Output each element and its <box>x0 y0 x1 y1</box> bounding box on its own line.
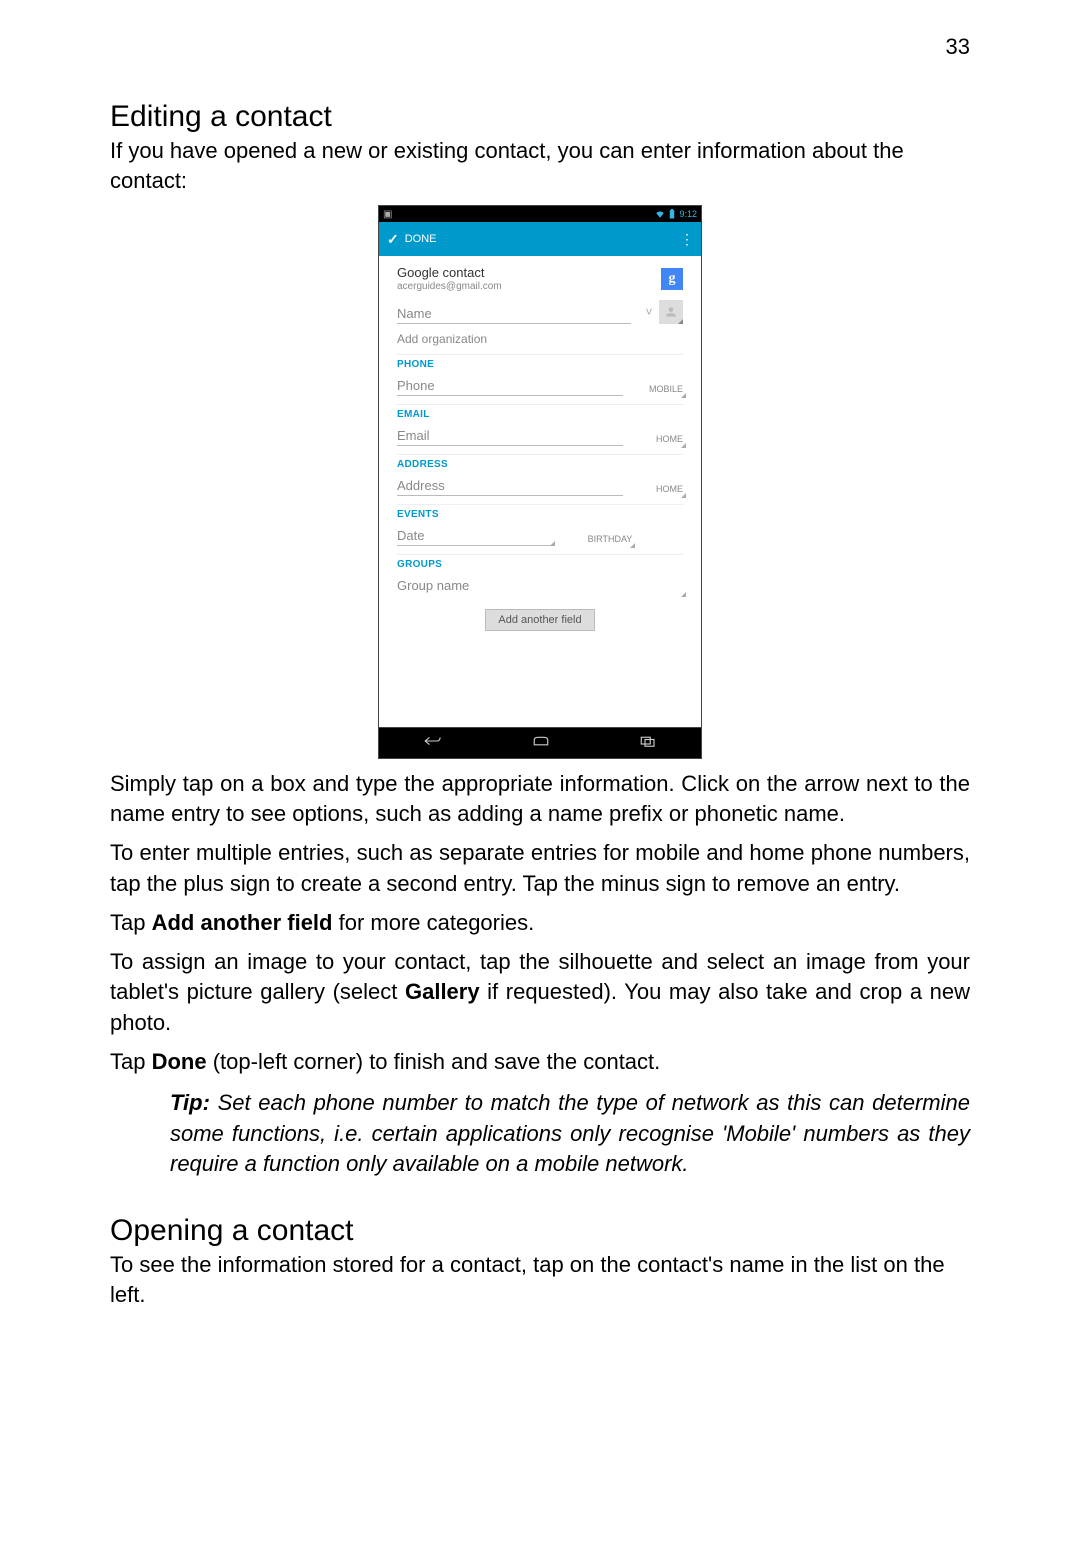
phone-section-header: PHONE <box>397 354 683 370</box>
add-organization-button[interactable]: Add organization <box>397 332 683 346</box>
email-type-spinner[interactable]: HOME <box>633 434 683 446</box>
date-field[interactable]: Date <box>397 526 554 546</box>
paragraph-5-pre: Tap <box>110 1049 152 1074</box>
paragraph-3-post: for more categories. <box>332 910 534 935</box>
paragraph-5-post: (top-left corner) to finish and save the… <box>207 1049 661 1074</box>
account-title: Google contact <box>397 266 502 280</box>
paragraph-1: Simply tap on a box and type the appropr… <box>110 769 970 831</box>
notification-icon: ▣ <box>383 209 392 220</box>
address-field[interactable]: Address <box>397 476 623 496</box>
tip-block: Tip: Set each phone number to match the … <box>170 1088 970 1180</box>
recent-apps-icon[interactable] <box>639 734 657 751</box>
paragraph-4: To assign an image to your contact, tap … <box>110 947 970 1039</box>
paragraph-3-bold: Add another field <box>152 910 333 935</box>
name-field[interactable]: Name <box>397 304 631 324</box>
address-section-header: ADDRESS <box>397 454 683 470</box>
phone-type-spinner[interactable]: MOBILE <box>633 384 683 396</box>
events-section-header: EVENTS <box>397 504 683 520</box>
home-icon[interactable] <box>532 734 550 751</box>
email-section-header: EMAIL <box>397 404 683 420</box>
groups-section-header: GROUPS <box>397 554 683 570</box>
address-type-spinner[interactable]: HOME <box>633 484 683 496</box>
name-expand-icon[interactable]: ˅ <box>641 304 657 320</box>
account-row[interactable]: Google contact acerguides@gmail.com g <box>397 266 683 291</box>
done-check-icon[interactable]: ✓ <box>387 231 399 248</box>
paragraph-3: Tap Add another field for more categorie… <box>110 908 970 939</box>
tip-label: Tip: <box>170 1090 210 1115</box>
done-label[interactable]: DONE <box>405 233 437 245</box>
google-badge-icon: g <box>661 268 683 290</box>
wifi-icon <box>655 209 665 219</box>
heading-opening-contact: Opening a contact <box>110 1214 970 1248</box>
paragraph-5-bold: Done <box>152 1049 207 1074</box>
paragraph-3-pre: Tap <box>110 910 152 935</box>
page-number: 33 <box>946 34 970 60</box>
group-name-field[interactable]: Group name <box>397 576 623 595</box>
add-another-field-button[interactable]: Add another field <box>485 609 594 631</box>
overflow-icon[interactable]: ⋮ <box>680 234 693 244</box>
status-time: 9:12 <box>679 209 697 219</box>
paragraph-4-bold: Gallery <box>405 979 480 1004</box>
account-subtitle: acerguides@gmail.com <box>397 281 502 292</box>
navigation-bar <box>379 727 701 758</box>
event-type-spinner[interactable]: BIRTHDAY <box>572 534 632 546</box>
contact-photo-button[interactable] <box>659 300 683 324</box>
back-icon[interactable] <box>423 734 443 751</box>
group-spinner[interactable] <box>633 593 683 595</box>
tip-text: Set each phone number to match the type … <box>170 1090 970 1177</box>
phone-field[interactable]: Phone <box>397 376 623 396</box>
status-bar: ▣ 9:12 <box>379 206 701 222</box>
action-bar: ✓ DONE ⋮ <box>379 222 701 256</box>
paragraph-2: To enter multiple entries, such as separ… <box>110 838 970 900</box>
section2-paragraph: To see the information stored for a cont… <box>110 1250 970 1309</box>
paragraph-5: Tap Done (top-left corner) to finish and… <box>110 1047 970 1078</box>
intro-paragraph: If you have opened a new or existing con… <box>110 136 970 195</box>
email-field[interactable]: Email <box>397 426 623 446</box>
android-screenshot: ▣ 9:12 ✓ DONE ⋮ Google contact acerguide… <box>378 205 702 758</box>
heading-editing-contact: Editing a contact <box>110 100 970 134</box>
battery-icon <box>669 209 675 219</box>
